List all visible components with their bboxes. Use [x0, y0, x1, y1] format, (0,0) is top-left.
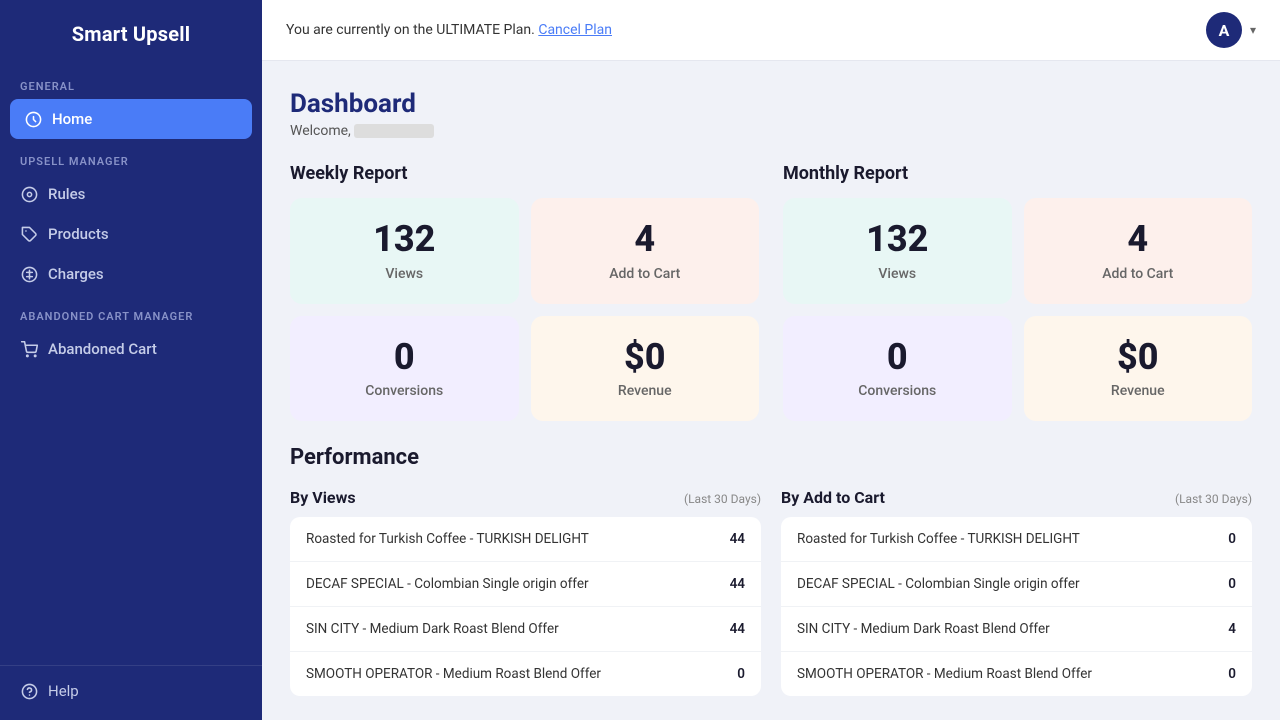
help-label: Help [48, 682, 79, 700]
sidebar-item-abandoned-cart-label: Abandoned Cart [48, 340, 157, 358]
weekly-conversions-value: 0 [306, 338, 503, 378]
sidebar: Smart Upsell GENERAL Home UPSELL MANAGER… [0, 0, 262, 720]
reports-row: Weekly Report 132 Views 4 Add to Cart 0 … [290, 163, 1252, 421]
table-row: SMOOTH OPERATOR - Medium Roast Blend Off… [290, 652, 761, 696]
abandoned-cart-icon [20, 340, 38, 358]
monthly-views-label: Views [799, 266, 996, 282]
products-icon [20, 225, 38, 243]
weekly-views-label: Views [306, 266, 503, 282]
monthly-addtocart-value: 4 [1040, 220, 1237, 260]
by-views-header: By Views (Last 30 Days) [290, 488, 761, 507]
sidebar-item-charges[interactable]: Charges [0, 254, 262, 294]
monthly-report-cards: 132 Views 4 Add to Cart 0 Conversions $0… [783, 198, 1252, 421]
charges-icon [20, 265, 38, 283]
welcome-text: Welcome, [290, 123, 1252, 139]
monthly-addtocart-card: 4 Add to Cart [1024, 198, 1253, 304]
monthly-conversions-card: 0 Conversions [783, 316, 1012, 422]
monthly-revenue-card: $0 Revenue [1024, 316, 1253, 422]
by-addtocart-period: (Last 30 Days) [1175, 492, 1252, 506]
performance-title: Performance [290, 445, 1252, 470]
monthly-views-value: 132 [799, 220, 996, 260]
by-addtocart-title: By Add to Cart [781, 488, 885, 507]
by-views-table: Roasted for Turkish Coffee - TURKISH DEL… [290, 517, 761, 696]
sidebar-item-products-label: Products [48, 225, 109, 243]
sidebar-bottom: Help [0, 665, 262, 720]
weekly-views-value: 132 [306, 220, 503, 260]
sidebar-item-home[interactable]: Home [10, 99, 252, 139]
sidebar-item-charges-label: Charges [48, 265, 104, 283]
sidebar-section-upsell: UPSELL MANAGER [0, 139, 262, 174]
table-row: Roasted for Turkish Coffee - TURKISH DEL… [781, 517, 1252, 562]
table-row: SMOOTH OPERATOR - Medium Roast Blend Off… [781, 652, 1252, 696]
by-views-period: (Last 30 Days) [684, 492, 761, 506]
weekly-conversions-card: 0 Conversions [290, 316, 519, 422]
monthly-views-card: 132 Views [783, 198, 1012, 304]
main-area: You are currently on the ULTIMATE Plan. … [262, 0, 1280, 720]
page-title: Dashboard [290, 89, 1252, 119]
rules-icon [20, 185, 38, 203]
weekly-addtocart-card: 4 Add to Cart [531, 198, 760, 304]
content-area: Dashboard Welcome, Weekly Report 132 Vie… [262, 61, 1280, 720]
weekly-views-card: 132 Views [290, 198, 519, 304]
weekly-report: Weekly Report 132 Views 4 Add to Cart 0 … [290, 163, 759, 421]
topbar: You are currently on the ULTIMATE Plan. … [262, 0, 1280, 61]
home-icon [24, 110, 42, 128]
username-placeholder [354, 124, 434, 138]
monthly-addtocart-label: Add to Cart [1040, 266, 1237, 282]
weekly-addtocart-label: Add to Cart [547, 266, 744, 282]
by-views-section: By Views (Last 30 Days) Roasted for Turk… [290, 488, 761, 696]
sidebar-item-home-label: Home [52, 110, 92, 128]
monthly-conversions-label: Conversions [799, 383, 996, 399]
topbar-right: A ▾ [1206, 12, 1256, 48]
by-addtocart-section: By Add to Cart (Last 30 Days) Roasted fo… [781, 488, 1252, 696]
sidebar-item-products[interactable]: Products [0, 214, 262, 254]
weekly-conversions-label: Conversions [306, 383, 503, 399]
chevron-down-icon[interactable]: ▾ [1250, 23, 1256, 37]
monthly-report: Monthly Report 132 Views 4 Add to Cart 0… [783, 163, 1252, 421]
plan-text: You are currently on the ULTIMATE Plan. [286, 22, 535, 38]
monthly-revenue-label: Revenue [1040, 383, 1237, 399]
help-item[interactable]: Help [20, 682, 242, 700]
sidebar-item-rules[interactable]: Rules [0, 174, 262, 214]
by-addtocart-header: By Add to Cart (Last 30 Days) [781, 488, 1252, 507]
weekly-revenue-value: $0 [547, 338, 744, 378]
sidebar-section-general: GENERAL [0, 64, 262, 99]
monthly-report-title: Monthly Report [783, 163, 1252, 184]
table-row: Roasted for Turkish Coffee - TURKISH DEL… [290, 517, 761, 562]
performance-tables: By Views (Last 30 Days) Roasted for Turk… [290, 488, 1252, 696]
table-row: SIN CITY - Medium Dark Roast Blend Offer… [781, 607, 1252, 652]
monthly-revenue-value: $0 [1040, 338, 1237, 378]
plan-info: You are currently on the ULTIMATE Plan. … [286, 22, 612, 38]
sidebar-logo: Smart Upsell [0, 0, 262, 64]
weekly-revenue-label: Revenue [547, 383, 744, 399]
table-row: SIN CITY - Medium Dark Roast Blend Offer… [290, 607, 761, 652]
table-row: DECAF SPECIAL - Colombian Single origin … [290, 562, 761, 607]
sidebar-item-abandoned-cart[interactable]: Abandoned Cart [0, 329, 262, 369]
by-views-title: By Views [290, 488, 356, 507]
sidebar-section-abandoned: ABANDONED CART MANAGER [0, 294, 262, 329]
weekly-revenue-card: $0 Revenue [531, 316, 760, 422]
cancel-plan-link[interactable]: Cancel Plan [538, 22, 612, 38]
weekly-report-title: Weekly Report [290, 163, 759, 184]
sidebar-item-rules-label: Rules [48, 185, 85, 203]
help-icon [20, 682, 38, 700]
avatar[interactable]: A [1206, 12, 1242, 48]
by-addtocart-table: Roasted for Turkish Coffee - TURKISH DEL… [781, 517, 1252, 696]
table-row: DECAF SPECIAL - Colombian Single origin … [781, 562, 1252, 607]
weekly-addtocart-value: 4 [547, 220, 744, 260]
weekly-report-cards: 132 Views 4 Add to Cart 0 Conversions $0… [290, 198, 759, 421]
monthly-conversions-value: 0 [799, 338, 996, 378]
